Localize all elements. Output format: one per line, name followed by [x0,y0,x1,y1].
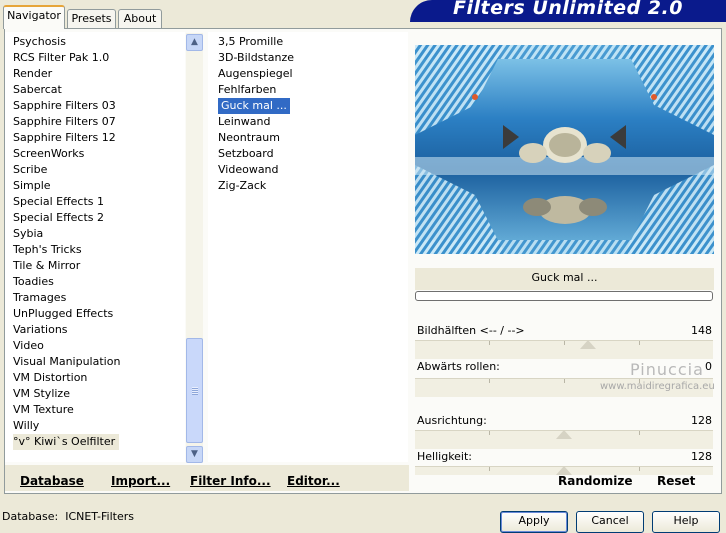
category-item[interactable]: Render [13,66,52,82]
category-list[interactable]: Psychosis RCS Filter Pak 1.0 Render Saberca… [5,32,185,462]
param-label-ausrichtung: Ausrichtung: [417,414,487,427]
scrollbar-thumb[interactable] [186,338,203,443]
reset-button[interactable]: Reset [657,474,695,488]
category-item[interactable]: VM Distortion [13,370,87,386]
filter-info-button[interactable]: Filter Info... [190,474,271,488]
category-item[interactable]: Scribe [13,162,47,178]
param-label-abwaerts-rollen: Abwärts rollen: [417,360,500,373]
category-item[interactable]: Sybia [13,226,43,242]
slider-thumb[interactable] [556,430,572,439]
app-title: Filters Unlimited 2.0 [453,0,683,19]
category-item[interactable]: Teph's Tricks [13,242,82,258]
param-value-bildhaelften: 148 [691,324,712,337]
tab-about[interactable]: About [118,9,162,28]
category-item[interactable]: Special Effects 2 [13,210,104,226]
grip-icon [192,387,198,395]
editor-button[interactable]: Editor... [287,474,340,488]
category-item[interactable]: Psychosis [13,34,66,50]
filter-item[interactable]: Fehlfarben [218,82,276,98]
chevron-up-icon[interactable]: ▲ [186,34,203,51]
category-item[interactable]: Sapphire Filters 07 [13,114,116,130]
slider-ausrichtung[interactable] [415,430,713,449]
progress-bar [415,291,713,301]
filter-item[interactable]: Videowand [218,162,279,178]
category-item[interactable]: Toadies [13,274,54,290]
category-item[interactable]: Tramages [13,290,66,306]
preview-image [415,45,714,254]
category-item[interactable]: Video [13,338,44,354]
chevron-down-icon[interactable]: ▼ [186,446,203,463]
filter-item[interactable]: Setzboard [218,146,274,162]
category-item[interactable]: Visual Manipulation [13,354,120,370]
filter-item[interactable]: 3,5 Promille [218,34,283,50]
import-button[interactable]: Import... [111,474,170,488]
database-status-label: Database: [2,510,59,523]
category-item[interactable]: ScreenWorks [13,146,84,162]
database-status: Database: ICNET-Filters [2,510,134,523]
slider-ticks [415,341,713,345]
category-item[interactable]: UnPlugged Effects [13,306,113,322]
filter-item[interactable]: Guck mal ... [218,98,290,114]
slider-thumb[interactable] [579,340,596,349]
category-item[interactable]: VM Stylize [13,386,70,402]
randomize-button[interactable]: Randomize [558,474,632,488]
watermark-name: Pinuccia [630,360,704,379]
category-item[interactable]: Simple [13,178,51,194]
param-label-bildhaelften: Bildhälften <-- / --> [417,324,525,337]
category-item[interactable]: Sapphire Filters 03 [13,98,116,114]
preview-artwork [415,45,714,254]
param-value-abwaerts-rollen: 0 [705,360,712,373]
filter-item[interactable]: Zig-Zack [218,178,266,194]
category-item[interactable]: VM Texture [13,402,74,418]
filter-item[interactable]: Neontraum [218,130,280,146]
category-item[interactable]: RCS Filter Pak 1.0 [13,50,109,66]
slider-bildhaelften[interactable] [415,340,713,359]
param-value-helligkeit: 128 [691,450,712,463]
tab-navigator[interactable]: Navigator [3,5,65,29]
filter-name-bar: Guck mal ... [415,268,714,290]
category-item[interactable]: Special Effects 1 [13,194,104,210]
filter-item[interactable]: 3D-Bildstanze [218,50,294,66]
category-scrollbar[interactable]: ▲ ▼ [186,33,203,463]
filter-name: Guck mal ... [531,271,598,284]
filter-item[interactable]: Leinwand [218,114,270,130]
category-item[interactable]: Sapphire Filters 12 [13,130,116,146]
database-status-value: ICNET-Filters [65,510,134,523]
apply-button[interactable]: Apply [500,511,568,533]
category-item[interactable]: °v° Kiwi`s Oelfilter [13,434,120,450]
filter-list[interactable]: 3,5 Promille 3D-Bildstanze Augenspiegel Feh… [208,32,408,462]
cancel-button[interactable]: Cancel [576,511,644,533]
watermark-url: www.maidiregrafica.eu [600,381,715,392]
param-label-helligkeit: Helligkeit: [417,450,473,463]
filter-item[interactable]: Augenspiegel [218,66,293,82]
category-item[interactable]: Sabercat [13,82,62,98]
tab-presets[interactable]: Presets [67,9,116,28]
category-item[interactable]: Willy [13,418,39,434]
help-button[interactable]: Help [652,511,720,533]
param-value-ausrichtung: 128 [691,414,712,427]
category-item[interactable]: Tile & Mirror [13,258,80,274]
database-button[interactable]: Database [20,474,84,488]
app-banner: Filters Unlimited 2.0 [410,0,726,22]
category-item[interactable]: Variations [13,322,68,338]
